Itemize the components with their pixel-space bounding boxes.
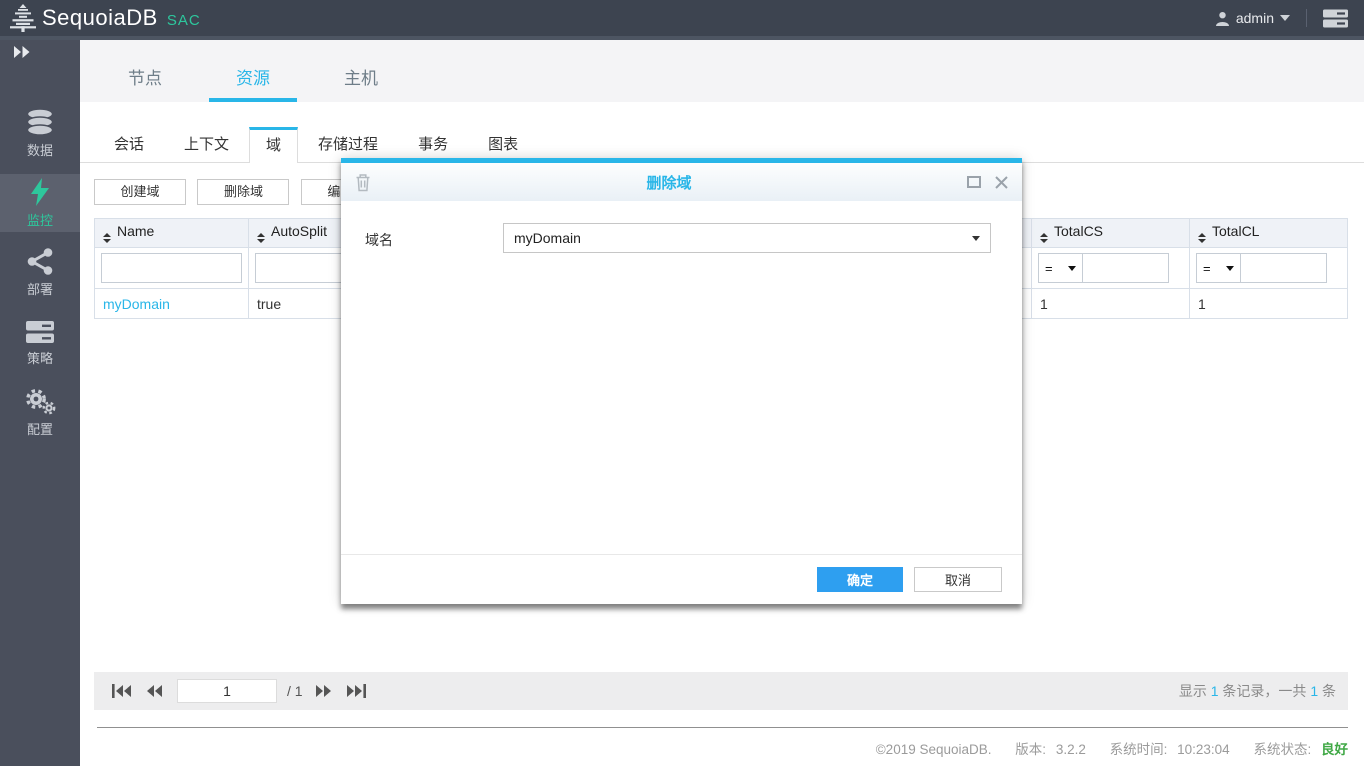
delete-domain-button[interactable]: 删除域 [197, 179, 290, 205]
system-panel-button[interactable] [1323, 9, 1348, 28]
totalcs-cell: 1 [1031, 288, 1190, 319]
footer-divider [97, 727, 1348, 728]
close-icon[interactable] [995, 175, 1008, 189]
topbar-divider [1306, 9, 1307, 27]
sidebar-item-label: 策略 [26, 350, 53, 366]
subtab-procedures[interactable]: 存储过程 [298, 128, 398, 162]
sequoia-tree-logo-icon [8, 4, 38, 32]
sidebar-item-label: 部署 [26, 282, 53, 297]
dialog-footer: 确定 取消 [341, 554, 1022, 604]
totalcl-filter-operator[interactable]: = [1196, 253, 1241, 283]
domain-name-link[interactable]: myDomain [103, 296, 170, 312]
user-menu[interactable]: admin [1215, 10, 1290, 26]
subtab-domains[interactable]: 域 [249, 127, 299, 163]
subtab-transactions[interactable]: 事务 [398, 128, 468, 162]
sidebar-item-deploy[interactable]: 部署 [0, 244, 80, 302]
chevron-down-icon [1280, 15, 1290, 21]
sidebar-item-data[interactable]: 数据 [0, 104, 80, 162]
main-tab-bar: 节点 资源 主机 [80, 40, 1364, 102]
domain-name-select[interactable]: myDomain [503, 223, 991, 253]
database-icon [24, 107, 56, 136]
maximize-icon[interactable] [967, 176, 981, 188]
totalcl-filter-input[interactable] [1241, 253, 1327, 283]
system-status-value: 良好 [1321, 742, 1348, 757]
topbar: SequoiaDB SAC admin [0, 0, 1364, 40]
first-page-icon[interactable] [112, 684, 132, 698]
system-time-value: 10:23:04 [1177, 742, 1230, 757]
domain-name-label: 域名 [365, 232, 393, 248]
column-header-totalcs[interactable]: TotalCS [1031, 218, 1190, 248]
brand-product: SAC [166, 11, 201, 29]
last-page-icon[interactable] [346, 684, 366, 698]
previous-page-icon[interactable] [146, 684, 163, 698]
chevron-down-icon [1226, 265, 1234, 271]
sort-icon [103, 233, 111, 243]
version-value: 3.2.2 [1055, 742, 1086, 757]
sidebar-item-label: 数据 [26, 142, 53, 158]
pagination-bar: / 1 显示 1 条记录，一共 1 条 [94, 672, 1348, 710]
page-total-label: / 1 [287, 683, 303, 699]
selected-domain-value: myDomain [514, 230, 581, 246]
brand-name: SequoiaDB [42, 5, 158, 30]
page-number-input[interactable] [177, 679, 277, 703]
sidebar-item-label: 监控 [26, 212, 53, 228]
totalcs-filter-operator[interactable]: = [1038, 253, 1083, 283]
totalcs-filter-input[interactable] [1083, 253, 1169, 283]
trash-icon [355, 173, 371, 192]
dialog-header: 删除域 [341, 163, 1022, 201]
record-count-summary: 显示 1 条记录，一共 1 条 [1178, 683, 1336, 699]
lightning-bolt-icon [30, 177, 50, 206]
column-header-name[interactable]: Name [94, 218, 249, 248]
column-header-totalcl[interactable]: TotalCL [1189, 218, 1348, 248]
dialog-body: 域名 myDomain [341, 201, 1022, 554]
confirm-button[interactable]: 确定 [817, 567, 903, 592]
sidebar-item-monitor[interactable]: 监控 [0, 174, 80, 232]
footer: ©2019 SequoiaDB. 版本: 3.2.2 系统时间: 10:23:0… [870, 738, 1348, 758]
subtab-charts[interactable]: 图表 [468, 128, 538, 162]
name-filter-input[interactable] [101, 253, 242, 283]
sort-icon [1198, 233, 1206, 243]
next-page-icon[interactable] [315, 684, 332, 698]
dialog-title: 删除域 [646, 174, 692, 192]
tab-hosts[interactable]: 主机 [317, 64, 405, 102]
version-label: 版本: [1015, 742, 1047, 757]
copyright-text: ©2019 SequoiaDB. [875, 742, 992, 757]
sidebar-item-config[interactable]: 配置 [0, 384, 80, 442]
system-time-label: 系统时间: [1109, 742, 1168, 757]
delete-domain-dialog: 删除域 域名 myDomain 确定 取消 [341, 158, 1022, 604]
subtab-sessions[interactable]: 会话 [94, 128, 164, 162]
sidebar: 数据 监控 部署 策略 配置 [0, 40, 80, 766]
chevron-down-icon [972, 235, 980, 241]
sidebar-item-strategy[interactable]: 策略 [0, 314, 80, 372]
subtab-contexts[interactable]: 上下文 [164, 128, 249, 162]
share-nodes-icon [26, 248, 54, 275]
sort-icon [257, 233, 265, 243]
gears-icon [24, 388, 56, 415]
brand: SequoiaDB SAC [8, 4, 201, 32]
user-icon [1215, 11, 1230, 26]
system-status-label: 系统状态: [1253, 742, 1312, 757]
tab-nodes[interactable]: 节点 [101, 64, 189, 102]
tab-resources[interactable]: 资源 [209, 64, 297, 102]
sort-icon [1040, 233, 1048, 243]
create-domain-button[interactable]: 创建域 [94, 179, 186, 205]
user-name: admin [1235, 10, 1274, 26]
sidebar-item-label: 配置 [26, 422, 53, 437]
server-stack-icon [25, 320, 55, 344]
totalcl-cell: 1 [1189, 288, 1348, 319]
sidebar-expand-icon[interactable] [12, 45, 31, 64]
chevron-down-icon [1068, 265, 1076, 271]
cancel-button[interactable]: 取消 [914, 567, 1002, 592]
